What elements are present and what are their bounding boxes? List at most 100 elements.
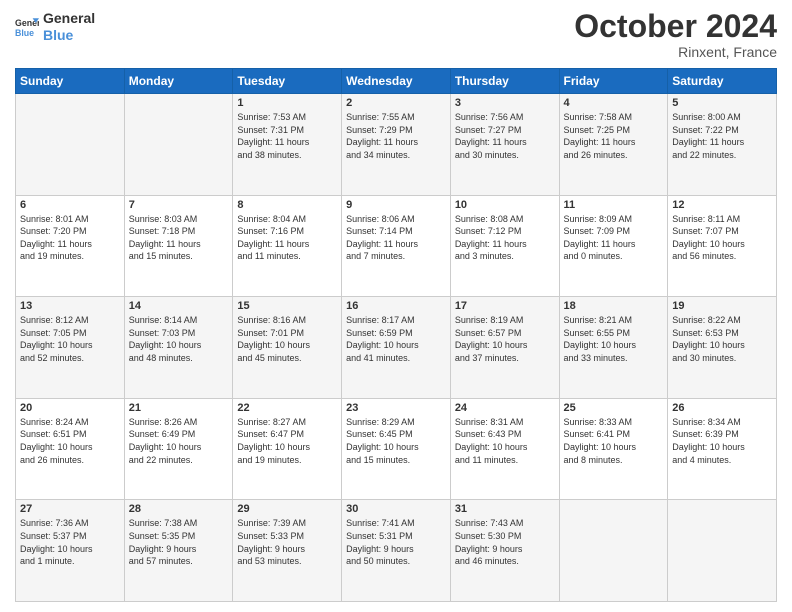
month-title: October 2024 [574,10,777,42]
header: General Blue General Blue October 2024 R… [15,10,777,60]
svg-text:Blue: Blue [15,28,34,38]
calendar-cell: 22 Sunrise: 8:27 AM Sunset: 6:47 PM Dayli… [233,398,342,500]
calendar-cell: 21 Sunrise: 8:26 AM Sunset: 6:49 PM Dayli… [124,398,233,500]
day-number: 29 [237,503,337,515]
calendar-table: SundayMondayTuesdayWednesdayThursdayFrid… [15,68,777,602]
day-info: Sunrise: 8:14 AM Sunset: 7:03 PM Dayligh… [129,314,229,364]
day-number: 16 [346,300,446,312]
day-info: Sunrise: 8:08 AM Sunset: 7:12 PM Dayligh… [455,213,555,263]
calendar-cell: 1Sunrise: 7:53 AM Sunset: 7:31 PM Daylig… [233,94,342,196]
day-number: 26 [672,402,772,414]
calendar-cell: 20Sunrise: 8:24 AM Sunset: 6:51 PM Dayli… [16,398,125,500]
day-info: Sunrise: 8:11 AM Sunset: 7:07 PM Dayligh… [672,213,772,263]
day-number: 21 [129,402,229,414]
calendar-cell: 18Sunrise: 8:21 AM Sunset: 6:55 PM Dayli… [559,297,668,399]
day-info: Sunrise: 8:29 AM Sunset: 6:45 PM Dayligh… [346,416,446,466]
day-number: 11 [564,199,664,211]
day-number: 7 [129,199,229,211]
day-number: 24 [455,402,555,414]
calendar-cell: 7 Sunrise: 8:03 AM Sunset: 7:18 PM Daylig… [124,195,233,297]
page: General Blue General Blue October 2024 R… [0,0,792,612]
day-number: 8 [237,199,337,211]
day-number: 19 [672,300,772,312]
day-header-friday: Friday [559,69,668,94]
calendar-cell: 15Sunrise: 8:16 AM Sunset: 7:01 PM Dayli… [233,297,342,399]
day-info: Sunrise: 8:12 AM Sunset: 7:05 PM Dayligh… [20,314,120,364]
day-info: Sunrise: 8:27 AM Sunset: 6:47 PM Dayligh… [237,416,337,466]
calendar-cell: 23Sunrise: 8:29 AM Sunset: 6:45 PM Dayli… [342,398,451,500]
calendar-cell: 17 Sunrise: 8:19 AM Sunset: 6:57 PM Dayli… [450,297,559,399]
day-number: 28 [129,503,229,515]
day-header-sunday: Sunday [16,69,125,94]
calendar-cell: 9 Sunrise: 8:06 AM Sunset: 7:14 PM Daylig… [342,195,451,297]
day-number: 30 [346,503,446,515]
day-number: 13 [20,300,120,312]
day-info: Sunrise: 8:22 AM Sunset: 6:53 PM Dayligh… [672,314,772,364]
week-row-5: 27Sunrise: 7:36 AM Sunset: 5:37 PM Dayli… [16,500,777,602]
calendar-cell: 6 Sunrise: 8:01 AM Sunset: 7:20 PM Daylig… [16,195,125,297]
day-number: 5 [672,97,772,109]
day-info: Sunrise: 8:04 AM Sunset: 7:16 PM Dayligh… [237,213,337,263]
calendar-cell [16,94,125,196]
day-header-thursday: Thursday [450,69,559,94]
day-info: Sunrise: 8:01 AM Sunset: 7:20 PM Dayligh… [20,213,120,263]
logo: General Blue General Blue [15,10,95,44]
calendar-cell: 27Sunrise: 7:36 AM Sunset: 5:37 PM Dayli… [16,500,125,602]
day-number: 3 [455,97,555,109]
day-info: Sunrise: 8:31 AM Sunset: 6:43 PM Dayligh… [455,416,555,466]
day-info: Sunrise: 8:34 AM Sunset: 6:39 PM Dayligh… [672,416,772,466]
logo-general: General [43,10,95,27]
calendar-cell: 2Sunrise: 7:55 AM Sunset: 7:29 PM Daylig… [342,94,451,196]
day-info: Sunrise: 8:26 AM Sunset: 6:49 PM Dayligh… [129,416,229,466]
day-header-monday: Monday [124,69,233,94]
day-number: 9 [346,199,446,211]
day-info: Sunrise: 7:58 AM Sunset: 7:25 PM Dayligh… [564,111,664,161]
calendar-cell: 10 Sunrise: 8:08 AM Sunset: 7:12 PM Dayli… [450,195,559,297]
calendar-cell [124,94,233,196]
day-number: 22 [237,402,337,414]
calendar-cell [668,500,777,602]
day-info: Sunrise: 7:43 AM Sunset: 5:30 PM Dayligh… [455,517,555,567]
day-number: 4 [564,97,664,109]
day-info: Sunrise: 8:00 AM Sunset: 7:22 PM Dayligh… [672,111,772,161]
week-row-2: 6 Sunrise: 8:01 AM Sunset: 7:20 PM Daylig… [16,195,777,297]
calendar-cell [559,500,668,602]
week-row-3: 13 Sunrise: 8:12 AM Sunset: 7:05 PM Dayli… [16,297,777,399]
calendar-cell: 5 Sunrise: 8:00 AM Sunset: 7:22 PM Daylig… [668,94,777,196]
day-number: 25 [564,402,664,414]
calendar-cell: 3 Sunrise: 7:56 AM Sunset: 7:27 PM Daylig… [450,94,559,196]
day-number: 27 [20,503,120,515]
day-info: Sunrise: 7:56 AM Sunset: 7:27 PM Dayligh… [455,111,555,161]
day-header-tuesday: Tuesday [233,69,342,94]
day-header-wednesday: Wednesday [342,69,451,94]
day-header-saturday: Saturday [668,69,777,94]
day-info: Sunrise: 7:41 AM Sunset: 5:31 PM Dayligh… [346,517,446,567]
day-number: 18 [564,300,664,312]
calendar-cell: 14Sunrise: 8:14 AM Sunset: 7:03 PM Dayli… [124,297,233,399]
calendar-cell: 8 Sunrise: 8:04 AM Sunset: 7:16 PM Daylig… [233,195,342,297]
calendar-cell: 28 Sunrise: 7:38 AM Sunset: 5:35 PM Dayli… [124,500,233,602]
calendar-cell: 26 Sunrise: 8:34 AM Sunset: 6:39 PM Dayli… [668,398,777,500]
day-info: Sunrise: 8:06 AM Sunset: 7:14 PM Dayligh… [346,213,446,263]
calendar-cell: 11Sunrise: 8:09 AM Sunset: 7:09 PM Dayli… [559,195,668,297]
day-info: Sunrise: 7:38 AM Sunset: 5:35 PM Dayligh… [129,517,229,567]
day-info: Sunrise: 7:53 AM Sunset: 7:31 PM Dayligh… [237,111,337,161]
calendar-cell: 24 Sunrise: 8:31 AM Sunset: 6:43 PM Dayli… [450,398,559,500]
calendar-cell: 30 Sunrise: 7:41 AM Sunset: 5:31 PM Dayli… [342,500,451,602]
calendar-cell: 31 Sunrise: 7:43 AM Sunset: 5:30 PM Dayli… [450,500,559,602]
week-row-1: 1Sunrise: 7:53 AM Sunset: 7:31 PM Daylig… [16,94,777,196]
day-number: 31 [455,503,555,515]
day-number: 10 [455,199,555,211]
day-number: 12 [672,199,772,211]
day-info: Sunrise: 8:19 AM Sunset: 6:57 PM Dayligh… [455,314,555,364]
calendar-cell: 25Sunrise: 8:33 AM Sunset: 6:41 PM Dayli… [559,398,668,500]
week-row-4: 20Sunrise: 8:24 AM Sunset: 6:51 PM Dayli… [16,398,777,500]
header-right: October 2024 Rinxent, France [574,10,777,60]
day-info: Sunrise: 8:17 AM Sunset: 6:59 PM Dayligh… [346,314,446,364]
day-number: 6 [20,199,120,211]
calendar-cell: 12 Sunrise: 8:11 AM Sunset: 7:07 PM Dayli… [668,195,777,297]
day-number: 17 [455,300,555,312]
logo-blue: Blue [43,27,95,44]
day-info: Sunrise: 8:03 AM Sunset: 7:18 PM Dayligh… [129,213,229,263]
calendar-cell: 13 Sunrise: 8:12 AM Sunset: 7:05 PM Dayli… [16,297,125,399]
